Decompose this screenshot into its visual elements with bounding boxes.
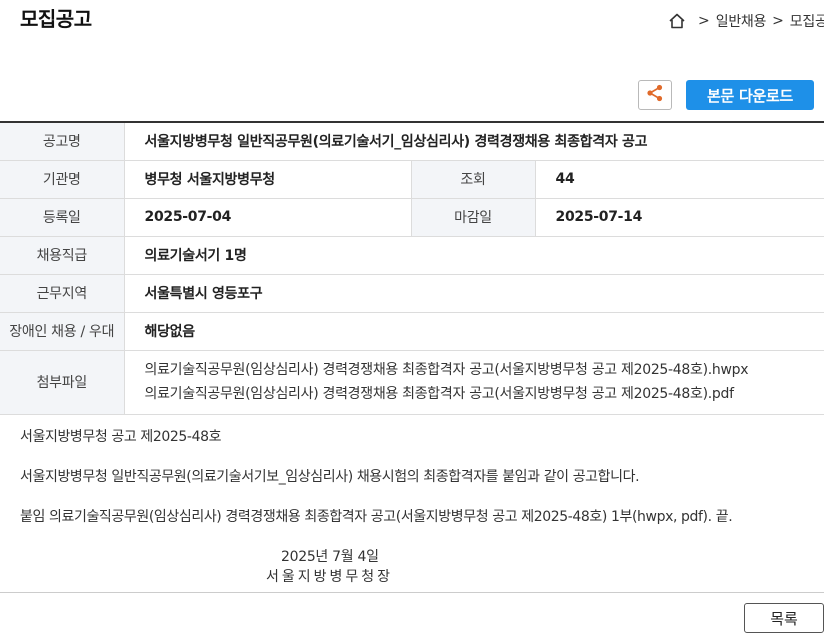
deadline-label: 마감일	[410, 198, 536, 237]
list-button[interactable]: 목록	[744, 603, 824, 633]
share-button[interactable]	[638, 80, 672, 110]
notice-title-label: 공고명	[0, 122, 125, 161]
registered-date-label: 등록일	[0, 198, 125, 237]
deadline-value: 2025-07-14	[535, 198, 824, 237]
table-row: 근무지역 서울특별시 영등포구	[0, 274, 824, 313]
notice-attachment-note: 붙임 의료기술직공무원(임상심리사) 경력경쟁채용 최종합격자 공고(서울지방병…	[20, 509, 733, 525]
download-body-button[interactable]: 본문 다운로드	[686, 80, 814, 110]
notice-signer: 서울지방병무청장	[266, 569, 394, 585]
breadcrumb-separator: >	[698, 13, 710, 29]
work-region-label: 근무지역	[0, 274, 125, 313]
disability-hiring-label: 장애인 채용 / 우대	[0, 312, 125, 351]
views-value: 44	[535, 160, 824, 199]
job-grade-value: 의료기술서기 1명	[124, 236, 824, 275]
breadcrumb-item-general-hiring[interactable]: 일반채용	[716, 11, 767, 31]
table-row: 등록일 2025-07-04 마감일 2025-07-14	[0, 198, 824, 237]
work-region-value: 서울특별시 영등포구	[124, 274, 824, 313]
table-row: 기관명 병무청 서울지방병무청 조회 44	[0, 160, 824, 199]
table-row: 공고명 서울지방병무청 일반직공무원(의료기술서기_임상심리사) 경력경쟁채용 …	[0, 122, 824, 161]
agency-label: 기관명	[0, 160, 125, 199]
notice-title-value: 서울지방병무청 일반직공무원(의료기술서기_임상심리사) 경력경쟁채용 최종합격…	[124, 122, 824, 161]
disability-hiring-value: 해당없음	[124, 312, 824, 351]
breadcrumb: > 일반채용 > 모집공고	[668, 11, 824, 31]
divider	[0, 592, 824, 593]
notice-statement: 서울지방병무청 일반직공무원(의료기술서기보_임상심리사) 채용시험의 최종합격…	[20, 469, 640, 485]
table-row: 장애인 채용 / 우대 해당없음	[0, 312, 824, 351]
attachment-link-hwpx[interactable]: 의료기술직공무원(임상심리사) 경력경쟁채용 최종합격자 공고(서울지방병무청 …	[145, 358, 824, 382]
table-row: 채용직급 의료기술서기 1명	[0, 236, 824, 275]
notice-info-table: 공고명 서울지방병무청 일반직공무원(의료기술서기_임상심리사) 경력경쟁채용 …	[0, 121, 824, 415]
table-row: 첨부파일 의료기술직공무원(임상심리사) 경력경쟁채용 최종합격자 공고(서울지…	[0, 350, 824, 415]
attachment-link-pdf[interactable]: 의료기술직공무원(임상심리사) 경력경쟁채용 최종합격자 공고(서울지방병무청 …	[145, 382, 824, 406]
breadcrumb-separator: >	[772, 13, 784, 29]
breadcrumb-item-recruitment[interactable]: 모집공고	[790, 11, 824, 31]
attachments-list: 의료기술직공무원(임상심리사) 경력경쟁채용 최종합격자 공고(서울지방병무청 …	[124, 350, 824, 415]
attachments-label: 첨부파일	[0, 350, 125, 415]
home-icon[interactable]	[668, 12, 686, 30]
notice-date: 2025년 7월 4일	[281, 549, 379, 565]
job-grade-label: 채용직급	[0, 236, 125, 275]
notice-number: 서울지방병무청 공고 제2025-48호	[20, 429, 222, 445]
share-icon	[645, 83, 665, 107]
page-title: 모집공고	[20, 7, 92, 31]
agency-value: 병무청 서울지방병무청	[124, 160, 411, 199]
views-label: 조회	[410, 160, 536, 199]
registered-date-value: 2025-07-04	[124, 198, 411, 237]
